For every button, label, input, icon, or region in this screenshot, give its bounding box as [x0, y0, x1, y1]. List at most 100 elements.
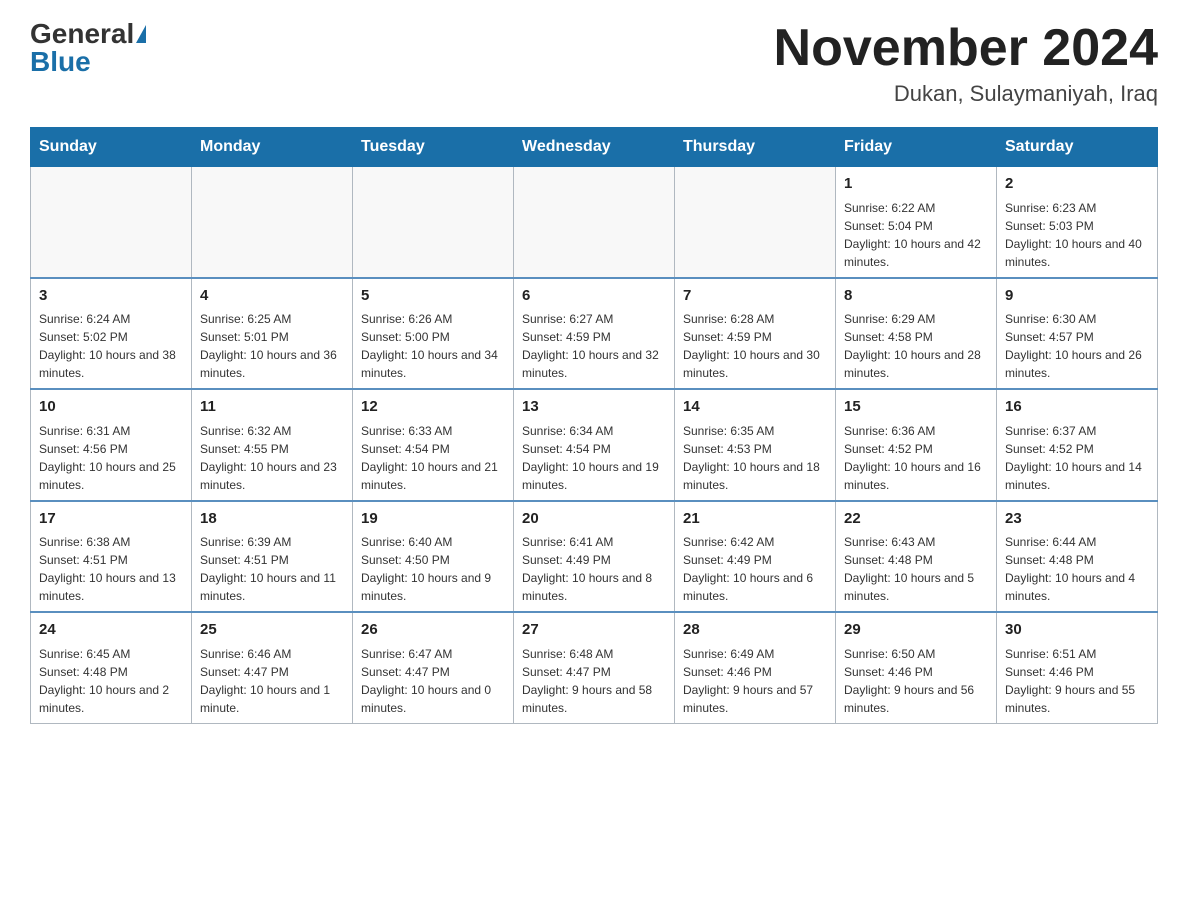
day-number: 4 [200, 285, 344, 308]
sunset-text: Sunset: 4:55 PM [200, 440, 344, 458]
day-number: 9 [1005, 285, 1149, 308]
sunrise-text: Sunrise: 6:29 AM [844, 310, 988, 328]
sunrise-text: Sunrise: 6:35 AM [683, 422, 827, 440]
sunset-text: Sunset: 4:58 PM [844, 328, 988, 346]
daylight-text: Daylight: 10 hours and 25 minutes. [39, 458, 183, 494]
day-number: 25 [200, 619, 344, 642]
daylight-text: Daylight: 9 hours and 58 minutes. [522, 681, 666, 717]
table-cell [353, 167, 514, 278]
header-tuesday: Tuesday [353, 128, 514, 167]
sunrise-text: Sunrise: 6:22 AM [844, 199, 988, 217]
table-cell: 9Sunrise: 6:30 AMSunset: 4:57 PMDaylight… [997, 278, 1158, 390]
sunset-text: Sunset: 4:52 PM [1005, 440, 1149, 458]
table-cell: 27Sunrise: 6:48 AMSunset: 4:47 PMDayligh… [514, 612, 675, 723]
sunrise-text: Sunrise: 6:49 AM [683, 645, 827, 663]
day-number: 17 [39, 508, 183, 531]
table-cell: 24Sunrise: 6:45 AMSunset: 4:48 PMDayligh… [31, 612, 192, 723]
sunset-text: Sunset: 4:53 PM [683, 440, 827, 458]
daylight-text: Daylight: 10 hours and 1 minute. [200, 681, 344, 717]
sunset-text: Sunset: 4:46 PM [683, 663, 827, 681]
table-cell: 11Sunrise: 6:32 AMSunset: 4:55 PMDayligh… [192, 389, 353, 501]
sunset-text: Sunset: 5:04 PM [844, 217, 988, 235]
day-number: 1 [844, 173, 988, 196]
day-number: 14 [683, 396, 827, 419]
daylight-text: Daylight: 10 hours and 0 minutes. [361, 681, 505, 717]
day-number: 15 [844, 396, 988, 419]
sunrise-text: Sunrise: 6:46 AM [200, 645, 344, 663]
sunrise-text: Sunrise: 6:38 AM [39, 533, 183, 551]
table-cell: 4Sunrise: 6:25 AMSunset: 5:01 PMDaylight… [192, 278, 353, 390]
daylight-text: Daylight: 10 hours and 11 minutes. [200, 569, 344, 605]
logo: General Blue [30, 20, 146, 76]
daylight-text: Daylight: 9 hours and 57 minutes. [683, 681, 827, 717]
table-cell: 15Sunrise: 6:36 AMSunset: 4:52 PMDayligh… [836, 389, 997, 501]
day-number: 16 [1005, 396, 1149, 419]
sunset-text: Sunset: 4:59 PM [522, 328, 666, 346]
week-row-5: 24Sunrise: 6:45 AMSunset: 4:48 PMDayligh… [31, 612, 1158, 723]
sunset-text: Sunset: 4:54 PM [361, 440, 505, 458]
daylight-text: Daylight: 9 hours and 55 minutes. [1005, 681, 1149, 717]
sunset-text: Sunset: 4:47 PM [200, 663, 344, 681]
sunset-text: Sunset: 4:51 PM [39, 551, 183, 569]
day-number: 28 [683, 619, 827, 642]
sunset-text: Sunset: 5:02 PM [39, 328, 183, 346]
table-cell: 5Sunrise: 6:26 AMSunset: 5:00 PMDaylight… [353, 278, 514, 390]
daylight-text: Daylight: 10 hours and 21 minutes. [361, 458, 505, 494]
daylight-text: Daylight: 10 hours and 14 minutes. [1005, 458, 1149, 494]
sunrise-text: Sunrise: 6:41 AM [522, 533, 666, 551]
sunset-text: Sunset: 4:49 PM [683, 551, 827, 569]
table-cell: 30Sunrise: 6:51 AMSunset: 4:46 PMDayligh… [997, 612, 1158, 723]
table-cell: 20Sunrise: 6:41 AMSunset: 4:49 PMDayligh… [514, 501, 675, 613]
daylight-text: Daylight: 10 hours and 26 minutes. [1005, 346, 1149, 382]
day-number: 2 [1005, 173, 1149, 196]
sunrise-text: Sunrise: 6:27 AM [522, 310, 666, 328]
table-cell: 16 Sunrise: 6:37 AMSunset: 4:52 PMDayligh… [997, 389, 1158, 501]
daylight-text: Daylight: 10 hours and 23 minutes. [200, 458, 344, 494]
sunset-text: Sunset: 4:48 PM [1005, 551, 1149, 569]
table-cell: 6 Sunrise: 6:27 AMSunset: 4:59 PMDaylight… [514, 278, 675, 390]
sunset-text: Sunset: 4:56 PM [39, 440, 183, 458]
week-row-4: 17 Sunrise: 6:38 AMSunset: 4:51 PM Dayligh… [31, 501, 1158, 613]
day-number: 21 [683, 508, 827, 531]
daylight-text: Daylight: 10 hours and 36 minutes. [200, 346, 344, 382]
table-cell: 19Sunrise: 6:40 AMSunset: 4:50 PMDayligh… [353, 501, 514, 613]
table-cell: 23Sunrise: 6:44 AMSunset: 4:48 PMDayligh… [997, 501, 1158, 613]
sunset-text: Sunset: 4:47 PM [522, 663, 666, 681]
daylight-text: Daylight: 10 hours and 8 minutes. [522, 569, 666, 605]
header-thursday: Thursday [675, 128, 836, 167]
sunset-text: Sunset: 4:50 PM [361, 551, 505, 569]
daylight-text: Daylight: 10 hours and 16 minutes. [844, 458, 988, 494]
daylight-text: Daylight: 10 hours and 40 minutes. [1005, 235, 1149, 271]
sunrise-text: Sunrise: 6:42 AM [683, 533, 827, 551]
sunset-text: Sunset: 4:46 PM [1005, 663, 1149, 681]
logo-triangle-icon [136, 25, 146, 43]
day-number: 19 [361, 508, 505, 531]
sunrise-text: Sunrise: 6:43 AM [844, 533, 988, 551]
daylight-text: Daylight: 10 hours and 5 minutes. [844, 569, 988, 605]
daylight-text: Daylight: 9 hours and 56 minutes. [844, 681, 988, 717]
location-title: Dukan, Sulaymaniyah, Iraq [774, 81, 1158, 107]
sunset-text: Sunset: 5:01 PM [200, 328, 344, 346]
day-number: 8 [844, 285, 988, 308]
header-saturday: Saturday [997, 128, 1158, 167]
logo-general-text: General [30, 20, 134, 48]
sunrise-text: Sunrise: 6:32 AM [200, 422, 344, 440]
calendar-table: SundayMondayTuesdayWednesdayThursdayFrid… [30, 127, 1158, 724]
day-number: 6 [522, 285, 666, 308]
daylight-text: Daylight: 10 hours and 6 minutes. [683, 569, 827, 605]
day-number: 22 [844, 508, 988, 531]
sunset-text: Sunset: 4:49 PM [522, 551, 666, 569]
table-cell: 2Sunrise: 6:23 AMSunset: 5:03 PMDaylight… [997, 167, 1158, 278]
table-cell [192, 167, 353, 278]
table-cell: 25 Sunrise: 6:46 AMSunset: 4:47 PMDayligh… [192, 612, 353, 723]
page-header: General Blue November 2024 Dukan, Sulaym… [30, 20, 1158, 107]
week-row-1: 1 Sunrise: 6:22 AMSunset: 5:04 PM Daylight… [31, 167, 1158, 278]
daylight-text: Daylight: 10 hours and 9 minutes. [361, 569, 505, 605]
header-sunday: Sunday [31, 128, 192, 167]
sunset-text: Sunset: 4:48 PM [844, 551, 988, 569]
daylight-text: Daylight: 10 hours and 32 minutes. [522, 346, 666, 382]
sunrise-text: Sunrise: 6:37 AM [1005, 422, 1149, 440]
table-cell: 26Sunrise: 6:47 AMSunset: 4:47 PMDayligh… [353, 612, 514, 723]
table-cell: 1Sunrise: 6:22 AMSunset: 5:04 PMDaylight… [836, 167, 997, 278]
sunrise-text: Sunrise: 6:39 AM [200, 533, 344, 551]
